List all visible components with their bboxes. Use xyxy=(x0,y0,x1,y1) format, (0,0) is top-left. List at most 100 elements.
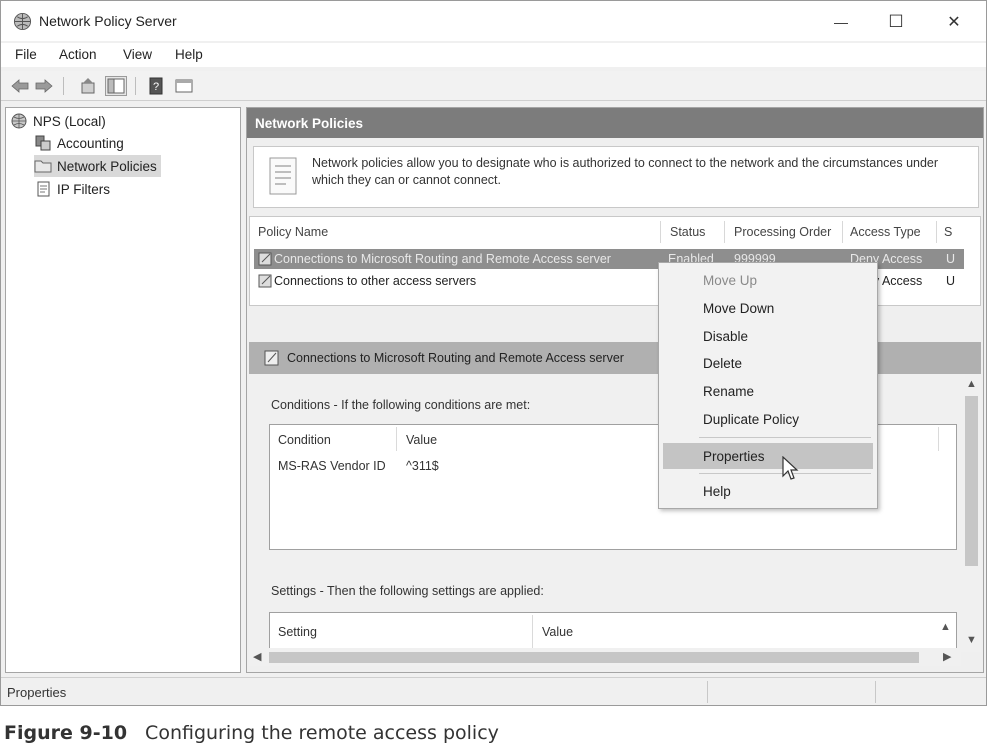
menu-item-move-up[interactable]: Move Up xyxy=(663,267,873,293)
status-bar: Properties xyxy=(1,677,986,705)
title-bar: Network Policy Server — ☐ ✕ xyxy=(1,1,986,41)
scroll-down-icon[interactable]: ▼ xyxy=(966,634,977,646)
minimize-button[interactable]: — xyxy=(816,7,866,37)
nps-app-icon xyxy=(13,12,32,31)
policy-s: U xyxy=(946,252,956,266)
console-button[interactable] xyxy=(173,76,195,96)
menu-item-move-down[interactable]: Move Down xyxy=(663,295,873,321)
scroll-thumb[interactable] xyxy=(269,652,919,663)
menu-item-disable[interactable]: Disable xyxy=(663,323,873,349)
scroll-up-icon[interactable]: ▲ xyxy=(966,378,977,390)
status-separator xyxy=(707,681,708,703)
condition-name: MS-RAS Vendor ID xyxy=(278,459,386,473)
info-description: Network policies allow you to designate … xyxy=(312,156,939,187)
menu-file[interactable]: File xyxy=(15,47,37,62)
column-header-access-type[interactable]: Access Type xyxy=(850,225,921,239)
tree-label: Network Policies xyxy=(57,158,157,174)
console-tree: NPS (Local) Accounting Network Policies … xyxy=(5,107,241,673)
conditions-header-condition[interactable]: Condition xyxy=(278,433,331,447)
globe-icon xyxy=(10,113,28,129)
figure-caption: Figure 9-10 Configuring the remote access… xyxy=(4,722,499,744)
maximize-icon: ☐ xyxy=(888,12,904,31)
column-header-status[interactable]: Status xyxy=(670,225,705,239)
tree-item-network-policies[interactable]: Network Policies xyxy=(34,155,161,177)
policy-icon xyxy=(264,350,279,366)
maximize-button[interactable]: ☐ xyxy=(871,7,921,37)
show-hide-tree-icon xyxy=(107,78,125,94)
document-icon xyxy=(269,157,297,195)
mouse-cursor-icon xyxy=(782,456,799,480)
column-separator xyxy=(938,427,939,451)
up-icon xyxy=(81,78,95,94)
show-hide-tree-button[interactable] xyxy=(105,76,127,96)
toolbar-separator xyxy=(63,77,64,95)
figure-caption-text: Configuring the remote access policy xyxy=(145,722,499,744)
forward-icon xyxy=(35,79,53,93)
tree-label: Accounting xyxy=(57,135,124,151)
tree-item-ip-filters[interactable]: IP Filters xyxy=(34,178,110,200)
menu-action[interactable]: Action xyxy=(59,47,97,62)
menu-bar: File Action View Help xyxy=(1,43,986,67)
window-title: Network Policy Server xyxy=(39,13,177,29)
tree-item-accounting[interactable]: Accounting xyxy=(34,132,124,154)
tree-item-nps-local[interactable]: NPS (Local) xyxy=(10,110,106,132)
pane-header: Network Policies xyxy=(247,108,983,138)
settings-table: Setting Value ▲ xyxy=(269,612,957,652)
console-icon xyxy=(175,79,193,93)
menu-item-duplicate-policy[interactable]: Duplicate Policy xyxy=(663,406,873,432)
tree-label: IP Filters xyxy=(57,181,111,197)
scroll-up-icon[interactable]: ▲ xyxy=(940,621,951,633)
menu-item-delete[interactable]: Delete xyxy=(663,350,873,376)
toolbar-separator xyxy=(135,77,136,95)
column-separator xyxy=(842,221,843,243)
close-button[interactable]: ✕ xyxy=(929,7,979,37)
column-separator xyxy=(532,615,533,649)
vertical-scrollbar[interactable]: ▲ ▼ xyxy=(961,374,981,652)
back-button[interactable] xyxy=(9,76,31,96)
column-header-policy-name[interactable]: Policy Name xyxy=(258,225,328,239)
accounting-icon xyxy=(34,135,52,151)
svg-text:?: ? xyxy=(153,81,159,93)
column-header-s[interactable]: S xyxy=(944,225,952,239)
menu-item-help[interactable]: Help xyxy=(663,478,873,504)
help-button[interactable]: ? xyxy=(145,76,167,96)
menu-separator xyxy=(699,437,871,438)
toolbar: ? xyxy=(1,71,986,101)
settings-header-setting[interactable]: Setting xyxy=(278,625,317,639)
scroll-thumb[interactable] xyxy=(965,396,978,566)
help-icon: ? xyxy=(149,77,163,95)
filter-icon xyxy=(34,181,52,197)
menu-item-properties[interactable]: Properties xyxy=(663,443,873,469)
horizontal-scrollbar[interactable]: ◀ ▶ xyxy=(249,648,961,666)
context-menu: Move Up Move Down Disable Delete Rename … xyxy=(658,262,878,509)
up-button[interactable] xyxy=(77,76,99,96)
policy-icon xyxy=(258,252,272,266)
folder-icon xyxy=(34,158,52,174)
scroll-left-icon[interactable]: ◀ xyxy=(253,650,261,663)
minimize-icon: — xyxy=(834,14,848,30)
details-title: Connections to Microsoft Routing and Rem… xyxy=(287,351,624,365)
policy-s: U xyxy=(946,274,956,288)
settings-header-value[interactable]: Value xyxy=(542,625,573,639)
forward-button[interactable] xyxy=(33,76,55,96)
policy-icon xyxy=(258,274,272,288)
menu-view[interactable]: View xyxy=(123,47,152,62)
figure-number: Figure 9-10 xyxy=(4,722,128,744)
policy-name: Connections to Microsoft Routing and Rem… xyxy=(274,252,611,266)
close-icon: ✕ xyxy=(947,14,961,31)
info-box: Network policies allow you to designate … xyxy=(253,146,979,208)
column-header-processing-order[interactable]: Processing Order xyxy=(734,225,831,239)
policy-name: Connections to other access servers xyxy=(274,274,477,288)
column-separator xyxy=(936,221,937,243)
column-separator xyxy=(724,221,725,243)
column-separator xyxy=(660,221,661,243)
column-separator xyxy=(396,427,397,451)
settings-label: Settings - Then the following settings a… xyxy=(271,584,544,598)
menu-help[interactable]: Help xyxy=(175,47,203,62)
menu-item-rename[interactable]: Rename xyxy=(663,378,873,404)
conditions-header-value[interactable]: Value xyxy=(406,433,437,447)
condition-value: ^311$ xyxy=(406,459,439,473)
scroll-right-icon[interactable]: ▶ xyxy=(943,650,951,663)
tree-label: NPS (Local) xyxy=(33,113,106,129)
conditions-label: Conditions - If the following conditions… xyxy=(271,398,531,412)
